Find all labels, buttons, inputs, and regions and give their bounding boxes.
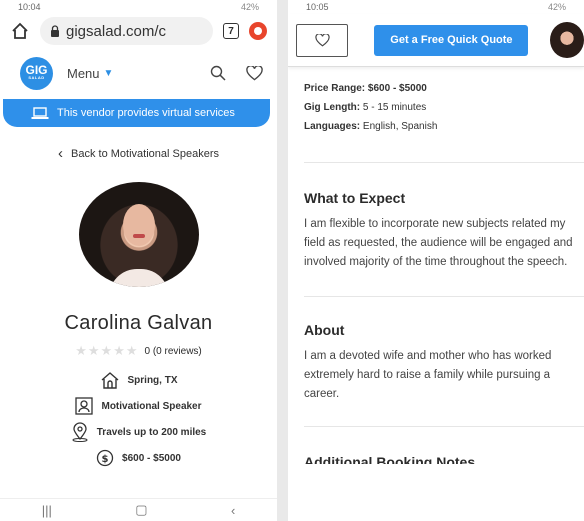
left-phone-screen: 10:04 42% gigsalad.com/c 7 GIG SALAD Men…	[0, 0, 277, 521]
right-phone-screen: 10:05 42% Get a Free Quick Quote Price R…	[288, 0, 584, 521]
status-bar: 10:05 42%	[288, 0, 584, 14]
rating-count: 0 (0 reviews)	[144, 345, 202, 357]
back-link[interactable]: ‹ Back to Motivational Speakers	[0, 145, 277, 162]
vendor-name: Carolina Galvan	[64, 312, 213, 334]
status-time: 10:05	[306, 2, 329, 12]
location-text: Spring, TX	[127, 374, 178, 386]
gig-length-row: Gig Length: 5 - 15 minutes	[304, 98, 584, 117]
gigsalad-logo[interactable]: GIG SALAD	[20, 56, 53, 90]
what-to-expect-heading: What to Expect	[304, 190, 406, 206]
map-pin-icon	[72, 422, 88, 442]
what-to-expect-text: I am flexible to incorporate new subject…	[304, 218, 573, 268]
banner-text: This vendor provides virtual services	[57, 107, 235, 119]
back-link-label: Back to Motivational Speakers	[71, 147, 219, 160]
search-icon[interactable]	[210, 65, 226, 81]
rating-row[interactable]: ★★★★★ 0 (0 reviews)	[0, 343, 277, 359]
chevron-left-icon: ‹	[58, 145, 64, 162]
virtual-services-banner: This vendor provides virtual services	[3, 99, 270, 127]
price-range-value: $600 - $5000	[367, 83, 427, 94]
home-button-icon[interactable]: ▢	[135, 502, 147, 518]
price-text: $600 - $5000	[122, 452, 181, 464]
home-icon[interactable]	[10, 21, 30, 41]
menu-button[interactable]: Menu ▼	[67, 66, 113, 81]
dollar-icon: $	[96, 449, 114, 467]
lock-icon	[51, 25, 59, 37]
status-bar: 10:04 42%	[0, 0, 277, 14]
divider	[304, 162, 584, 163]
quick-quote-button[interactable]: Get a Free Quick Quote	[374, 24, 529, 56]
languages-row: Languages: English, Spanish	[304, 117, 584, 136]
star-rating-icon: ★★★★★	[75, 343, 139, 358]
price-range-row: Price Range: $600 - $5000	[304, 79, 584, 98]
travel-text: Travels up to 200 miles	[96, 426, 207, 438]
about-heading: About	[304, 322, 345, 338]
house-icon	[101, 372, 118, 389]
speaker-badge-icon	[75, 397, 94, 415]
android-nav-bar: ||| ▢ ‹	[0, 498, 277, 521]
url-text: gigsalad.com/c	[66, 22, 167, 40]
logo-text: GIG	[25, 63, 48, 77]
languages-label: Languages:	[304, 121, 361, 132]
languages-value: English, Spanish	[362, 121, 438, 132]
laptop-icon	[31, 106, 49, 119]
record-icon[interactable]	[249, 22, 267, 40]
location-row: Spring, TX	[0, 367, 277, 393]
tab-switcher-button[interactable]: 7	[223, 23, 239, 39]
chevron-down-icon: ▼	[103, 67, 114, 79]
status-battery: 42%	[240, 2, 259, 12]
recent-apps-icon[interactable]: |||	[42, 503, 52, 518]
divider	[304, 296, 584, 297]
status-time: 10:04	[18, 2, 41, 12]
browser-toolbar: gigsalad.com/c 7	[0, 14, 277, 48]
divider	[304, 426, 584, 427]
favorite-button[interactable]	[296, 23, 349, 57]
back-button-icon[interactable]: ‹	[231, 503, 235, 518]
status-battery: 42%	[547, 2, 566, 12]
logo-subtext: SALAD	[28, 75, 45, 80]
profile-photo	[78, 182, 199, 287]
about-text: I am a devoted wife and mother who has w…	[304, 350, 552, 400]
category-row[interactable]: Motivational Speaker	[0, 393, 277, 419]
gig-length-value: 5 - 15 minutes	[362, 102, 427, 113]
sticky-action-bar: Get a Free Quick Quote	[288, 14, 584, 67]
additional-booking-notes-heading: Additional Booking Notes	[304, 454, 476, 464]
address-bar[interactable]: gigsalad.com/c	[40, 17, 213, 45]
gig-length-label: Gig Length:	[304, 102, 361, 113]
price-row: $ $600 - $5000	[0, 445, 277, 471]
travel-row: Travels up to 200 miles	[0, 419, 277, 445]
site-header: GIG SALAD Menu ▼	[0, 51, 277, 95]
avatar[interactable]	[550, 22, 584, 58]
category-text: Motivational Speaker	[101, 400, 202, 412]
heart-icon[interactable]	[246, 65, 263, 81]
svg-text:$: $	[102, 454, 109, 465]
heart-icon	[315, 33, 330, 47]
price-range-label: Price Range:	[304, 83, 366, 94]
menu-label: Menu	[67, 65, 100, 81]
